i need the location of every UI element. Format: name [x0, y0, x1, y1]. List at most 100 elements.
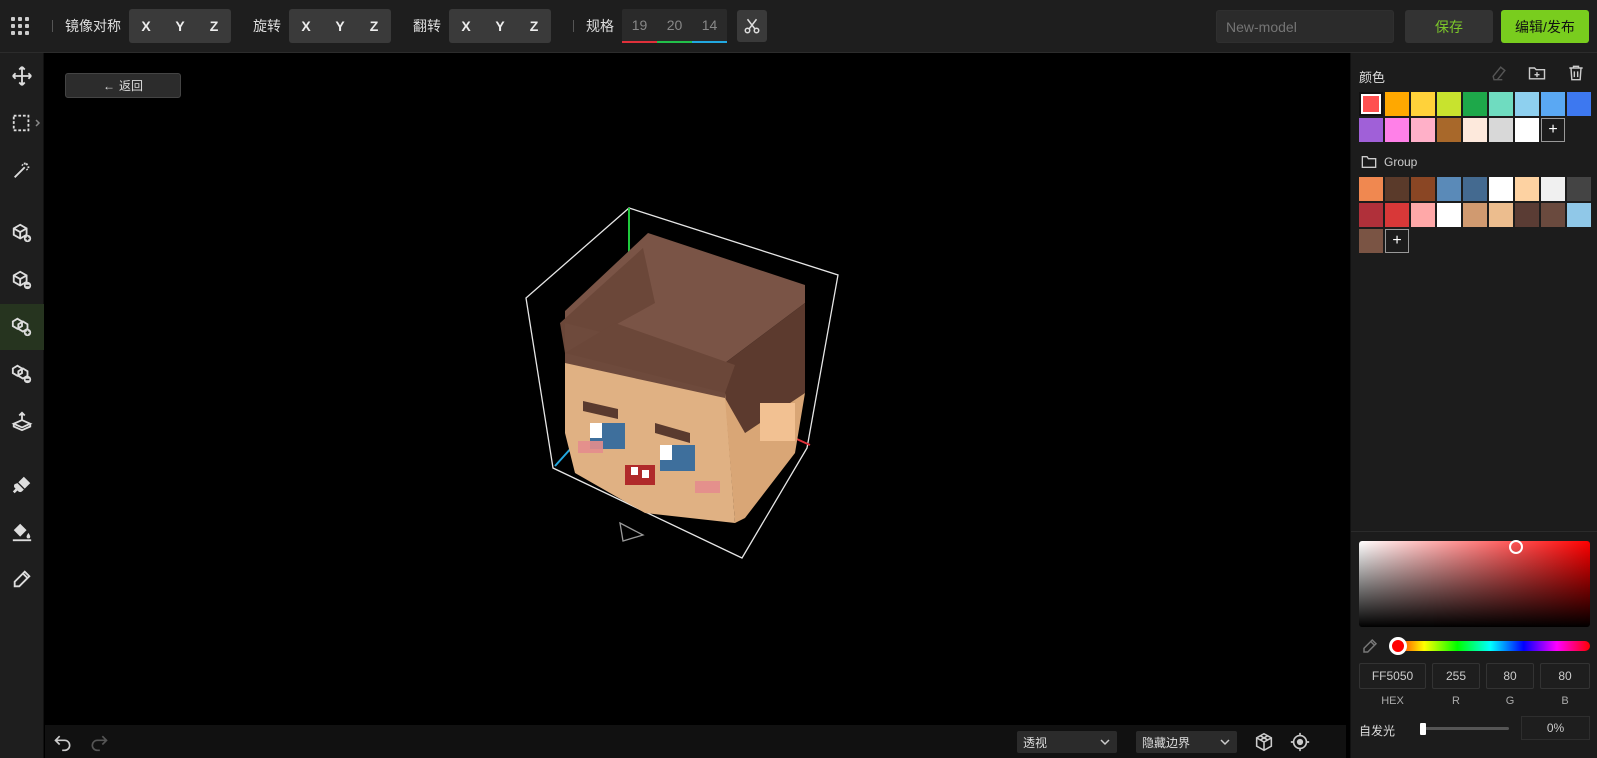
hue-slider-handle[interactable] — [1389, 637, 1407, 655]
apps-menu-button[interactable] — [0, 0, 40, 53]
cube-view-icon[interactable] — [1253, 731, 1275, 753]
redo-icon[interactable] — [89, 732, 109, 752]
group-swatch[interactable] — [1541, 177, 1565, 201]
group-swatch[interactable] — [1541, 203, 1565, 227]
palette-swatch[interactable] — [1359, 92, 1383, 116]
group-name: Group — [1384, 155, 1418, 169]
flip-label: 翻转 — [413, 18, 441, 34]
3d-viewport[interactable]: ← 返回 — [45, 53, 1346, 725]
size-x-input[interactable]: 19 — [622, 9, 657, 43]
model-name-input[interactable] — [1216, 10, 1394, 43]
group-swatch[interactable] — [1515, 177, 1539, 201]
size-label: 规格 — [586, 18, 614, 34]
mirror-x-button[interactable]: X — [129, 9, 163, 43]
palette-swatch[interactable] — [1463, 92, 1487, 116]
group-swatch[interactable] — [1359, 177, 1383, 201]
eraser-icon[interactable] — [1489, 63, 1509, 83]
red-input[interactable]: 255 — [1432, 663, 1480, 689]
group-swatch[interactable] — [1489, 203, 1513, 227]
mirror-label: 镜像对称 — [65, 18, 121, 34]
undo-icon[interactable] — [53, 732, 73, 752]
rotate-z-button[interactable]: Z — [357, 9, 391, 43]
palette-swatch[interactable] — [1359, 118, 1383, 142]
palette-swatch[interactable] — [1489, 92, 1513, 116]
group-swatch[interactable] — [1463, 177, 1487, 201]
view-mode-value: 透视 — [1023, 735, 1048, 750]
emission-slider-handle[interactable] — [1420, 723, 1426, 735]
eyedropper-tool[interactable] — [0, 556, 44, 602]
palette-swatch[interactable] — [1463, 118, 1487, 142]
move-tool[interactable] — [0, 53, 44, 99]
rotate-label: 旋转 — [253, 18, 281, 34]
voxel-model-scene[interactable] — [45, 53, 1346, 725]
group-swatch[interactable] — [1359, 229, 1383, 253]
palette-swatch[interactable] — [1515, 118, 1539, 142]
group-swatch[interactable] — [1489, 177, 1513, 201]
palette-swatch[interactable] — [1411, 118, 1435, 142]
size-z-input[interactable]: 14 — [692, 9, 727, 43]
extrude-tool[interactable] — [0, 398, 44, 444]
publish-button[interactable]: 编辑/发布 — [1501, 10, 1589, 43]
group-swatch[interactable] — [1411, 177, 1435, 201]
palette-swatch[interactable] — [1437, 118, 1461, 142]
mirror-y-button[interactable]: Y — [163, 9, 197, 43]
group-swatch[interactable] — [1385, 177, 1409, 201]
group-swatch[interactable] — [1567, 203, 1591, 227]
green-label: G — [1505, 695, 1515, 707]
add-voxel-tool[interactable] — [0, 210, 44, 256]
palette-swatch[interactable] — [1411, 92, 1435, 116]
size-y-input[interactable]: 20 — [657, 9, 692, 43]
group-swatch[interactable] — [1359, 203, 1383, 227]
group-swatch[interactable] — [1411, 203, 1435, 227]
main-swatch-grid: + — [1359, 92, 1591, 142]
add-folder-icon[interactable] — [1527, 63, 1547, 83]
magic-wand-tool[interactable] — [0, 147, 44, 193]
palette-swatch[interactable] — [1437, 92, 1461, 116]
group-swatch[interactable] — [1463, 203, 1487, 227]
group-swatch[interactable] — [1385, 203, 1409, 227]
palette-swatch[interactable] — [1489, 118, 1513, 142]
hue-slider[interactable] — [1391, 641, 1590, 651]
target-icon[interactable] — [1289, 731, 1311, 753]
green-input[interactable]: 80 — [1486, 663, 1534, 689]
rotate-x-button[interactable]: X — [289, 9, 323, 43]
bottom-bar: 透视 隐藏边界 — [45, 725, 1346, 758]
save-button[interactable]: 保存 — [1405, 10, 1493, 43]
group-swatch[interactable] — [1567, 177, 1591, 201]
paint-brush-tool[interactable] — [0, 462, 44, 508]
view-mode-select[interactable]: 透视 — [1017, 731, 1117, 753]
cut-button[interactable] — [737, 10, 767, 42]
group-swatch[interactable] — [1515, 203, 1539, 227]
remove-voxel-tool[interactable] — [0, 257, 44, 303]
mirror-z-button[interactable]: Z — [197, 9, 231, 43]
palette-swatch[interactable] — [1515, 92, 1539, 116]
select-tool[interactable] — [0, 100, 44, 146]
flip-x-button[interactable]: X — [449, 9, 483, 43]
flip-y-button[interactable]: Y — [483, 9, 517, 43]
group-add-color-button[interactable]: + — [1385, 229, 1409, 253]
palette-swatch[interactable] — [1385, 92, 1409, 116]
flip-z-button[interactable]: Z — [517, 9, 551, 43]
blue-input[interactable]: 80 — [1540, 663, 1590, 689]
eyedropper-icon[interactable] — [1361, 637, 1379, 655]
saturation-value-picker[interactable] — [1359, 541, 1590, 627]
move-icon — [12, 66, 32, 86]
hex-input[interactable]: FF5050 — [1359, 663, 1426, 689]
emission-slider[interactable] — [1423, 727, 1509, 730]
palette-swatch[interactable] — [1385, 118, 1409, 142]
emission-input[interactable]: 0% — [1521, 716, 1590, 740]
color-group-header[interactable]: Group — [1361, 155, 1417, 169]
boundary-mode-select[interactable]: 隐藏边界 — [1136, 731, 1237, 753]
remove-multi-voxel-tool[interactable] — [0, 351, 44, 397]
paint-bucket-tool[interactable] — [0, 509, 44, 555]
add-multi-voxel-tool[interactable] — [0, 304, 44, 350]
group-swatch[interactable] — [1437, 177, 1461, 201]
delete-icon[interactable] — [1566, 63, 1586, 83]
palette-add-color-button[interactable]: + — [1541, 118, 1565, 142]
palette-swatch[interactable] — [1567, 92, 1591, 116]
saturation-value-handle[interactable] — [1509, 540, 1523, 554]
palette-swatch[interactable] — [1541, 92, 1565, 116]
group-swatch[interactable] — [1437, 203, 1461, 227]
rotate-y-button[interactable]: Y — [323, 9, 357, 43]
color-panel-title: 颜色 — [1359, 70, 1386, 85]
